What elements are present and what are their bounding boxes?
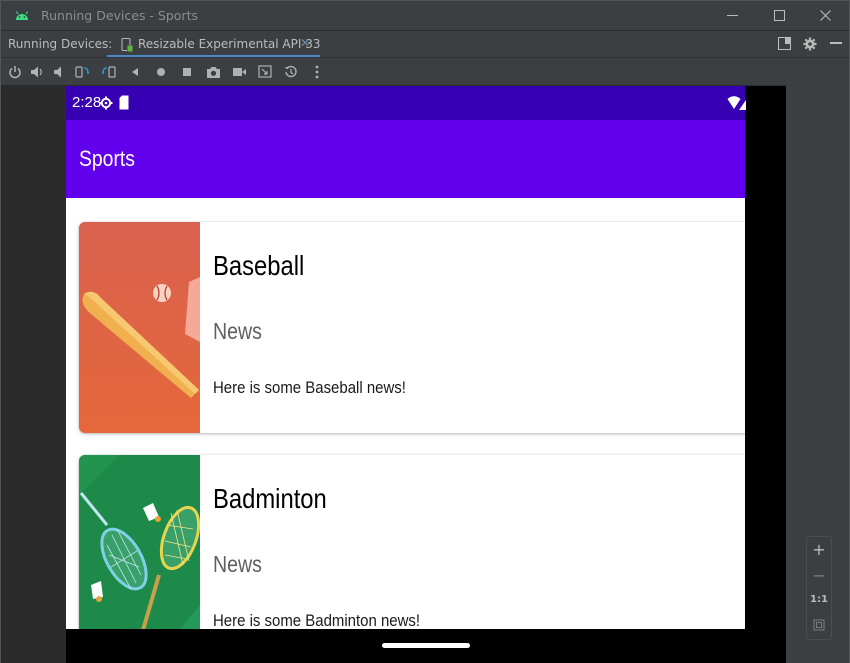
more-icon[interactable]: [309, 64, 325, 80]
fit-screen-icon: [813, 619, 825, 631]
list-item-baseball[interactable]: Baseball News Here is some Baseball news…: [79, 222, 745, 433]
title-bar: Running Devices - Sports: [1, 1, 849, 30]
android-nav-bar: [66, 629, 786, 663]
window-title: Running Devices - Sports: [41, 8, 198, 23]
badminton-image: [79, 455, 200, 629]
list-item-badminton[interactable]: Badminton News Here is some Badminton ne…: [79, 455, 745, 629]
tab-device[interactable]: Resizable Experimental API 33 ✕: [107, 31, 320, 58]
card-description: Here is some Badminton news!: [213, 611, 421, 629]
signal-icon: [739, 100, 746, 110]
zoom-out-button[interactable]: −: [807, 566, 831, 585]
tabs-bar: Running Devices: Resizable Experimental …: [1, 30, 849, 58]
hide-panel-icon[interactable]: [830, 42, 842, 45]
back-icon[interactable]: [127, 64, 143, 80]
card-subtitle: News: [213, 551, 262, 577]
app-bar: Sports: [66, 120, 745, 198]
rotate-right-icon[interactable]: [101, 64, 117, 80]
card-title: Baseball: [213, 250, 305, 281]
overview-icon[interactable]: [179, 64, 195, 80]
settings-status-icon: [99, 96, 113, 110]
home-icon[interactable]: [153, 64, 169, 80]
maximize-icon: [773, 10, 785, 21]
android-icon: [15, 11, 29, 20]
layout-icon[interactable]: [778, 37, 791, 50]
zoom-controls: + − 1:1: [806, 536, 832, 640]
android-status-bar: 2:28: [66, 86, 746, 120]
display-mode-icon[interactable]: [257, 64, 273, 80]
maximize-button[interactable]: [756, 1, 802, 30]
tab-label: Resizable Experimental API 33: [138, 37, 321, 51]
minimize-button[interactable]: [709, 1, 755, 30]
baseball-image: [79, 222, 200, 433]
fit-screen-button[interactable]: [807, 619, 831, 634]
volume-up-icon[interactable]: [29, 64, 45, 80]
actual-size-button[interactable]: 1:1: [807, 594, 831, 605]
ide-window: Running Devices - Sports Running Devices…: [0, 0, 850, 663]
gear-icon[interactable]: [803, 37, 817, 51]
screenshot-icon[interactable]: [205, 64, 221, 80]
app-title: Sports: [79, 146, 135, 171]
minimize-icon: [726, 15, 738, 16]
power-icon[interactable]: [7, 64, 23, 80]
card-description: Here is some Baseball news!: [213, 378, 406, 397]
device-screen[interactable]: 2:28 Sports Baseball News Here is some B…: [66, 86, 786, 663]
close-window-button[interactable]: [802, 1, 848, 30]
gesture-handle[interactable]: [382, 643, 470, 648]
status-time: 2:28: [72, 94, 102, 111]
tab-close-icon[interactable]: ✕: [300, 36, 310, 50]
zoom-in-button[interactable]: +: [807, 540, 831, 559]
sports-list: Baseball News Here is some Baseball news…: [66, 198, 745, 629]
emulator-toolbar: [1, 57, 849, 85]
running-devices-label: Running Devices:: [8, 37, 113, 51]
screen-record-icon[interactable]: [231, 64, 247, 80]
volume-down-icon[interactable]: [51, 64, 67, 80]
rotate-left-icon[interactable]: [74, 64, 90, 80]
close-icon: [819, 10, 831, 21]
card-title: Badminton: [213, 483, 327, 514]
device-icon: [121, 38, 133, 52]
sd-card-icon: [119, 95, 129, 110]
card-subtitle: News: [213, 318, 262, 344]
snapshot-icon[interactable]: [283, 64, 299, 80]
